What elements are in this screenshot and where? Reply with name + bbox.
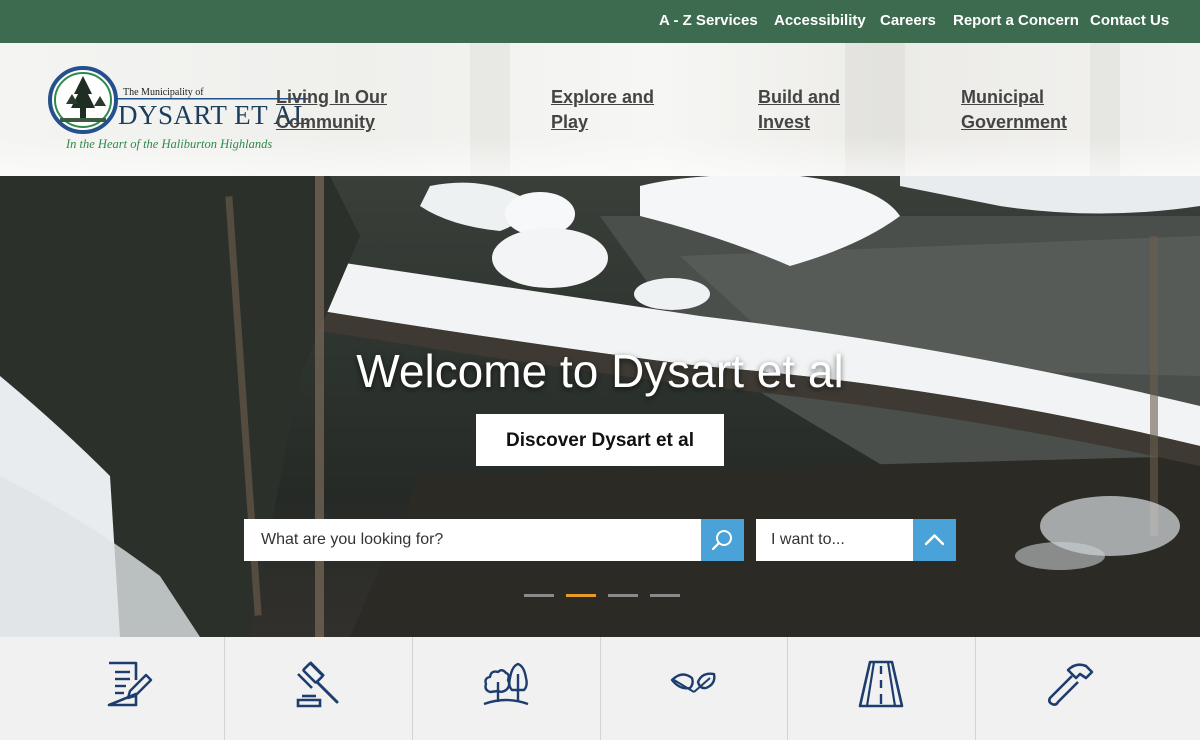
hero-title: Welcome to Dysart et al [356,345,844,397]
utility-link-accessibility[interactable]: Accessibility [774,12,866,29]
nav-item-line: Build and [758,87,840,107]
trees-icon [483,662,529,706]
nav-item-line: Explore and [551,87,655,107]
search-box [244,519,701,561]
logo-tagline: In the Heart of the Haliburton Highlands [66,137,273,151]
nav-item-line: Living In Our [276,87,387,107]
quick-link-environment[interactable] [601,637,788,740]
nav-item-line: Municipal [961,87,1045,107]
search-button[interactable] [701,519,744,561]
i-want-to-toggle[interactable] [913,519,956,561]
hero-background-image [0,176,1200,637]
quick-link-parks[interactable] [413,637,601,740]
slide-dot-3[interactable] [608,594,638,597]
search-input[interactable] [244,519,701,561]
quick-links [0,637,1200,740]
nav-item-line: Play [551,112,589,132]
nav-living-in-our-community[interactable]: Living In Our Community [276,85,387,135]
nav-item-line: Community [276,112,375,132]
nav-municipal-government[interactable]: Municipal Government [961,85,1067,135]
slide-dot-4[interactable] [650,594,680,597]
quick-link-building[interactable] [976,637,1200,740]
chevron-up-icon [924,534,945,546]
utility-bar: A - Z Services Accessibility Careers Rep… [0,0,1200,43]
utility-link-contact-us[interactable]: Contact Us [1090,12,1169,29]
hammer-icon [1048,663,1094,706]
search-icon [711,530,732,551]
utility-link-az-services[interactable]: A - Z Services [659,12,758,29]
nav-item-line: Government [961,112,1068,132]
nav-item-line: Invest [758,112,811,132]
slide-dot-2[interactable] [566,594,596,597]
nav-explore-and-play[interactable]: Explore and Play [551,85,654,135]
hero-banner: Welcome to Dysart et al Discover Dysart … [0,176,1200,637]
quick-link-bylaws[interactable] [225,637,413,740]
i-want-to-label: I want to... [771,531,845,548]
quick-link-roads[interactable] [788,637,976,740]
utility-link-report-concern[interactable]: Report a Concern [953,12,1079,29]
slide-dot-1[interactable] [524,594,554,597]
road-icon [858,660,904,708]
nav-build-and-invest[interactable]: Build and Invest [758,85,840,135]
document-edit-icon [107,661,153,707]
logo-tree-emblem [48,66,118,134]
gavel-icon [296,661,339,708]
i-want-to-dropdown[interactable]: I want to... [756,519,913,561]
logo-top-line: The Municipality of [123,87,204,98]
discover-button[interactable]: Discover Dysart et al [476,414,724,466]
utility-link-careers[interactable]: Careers [880,12,936,29]
quick-link-documents[interactable] [0,637,225,740]
leaves-icon [670,672,716,693]
